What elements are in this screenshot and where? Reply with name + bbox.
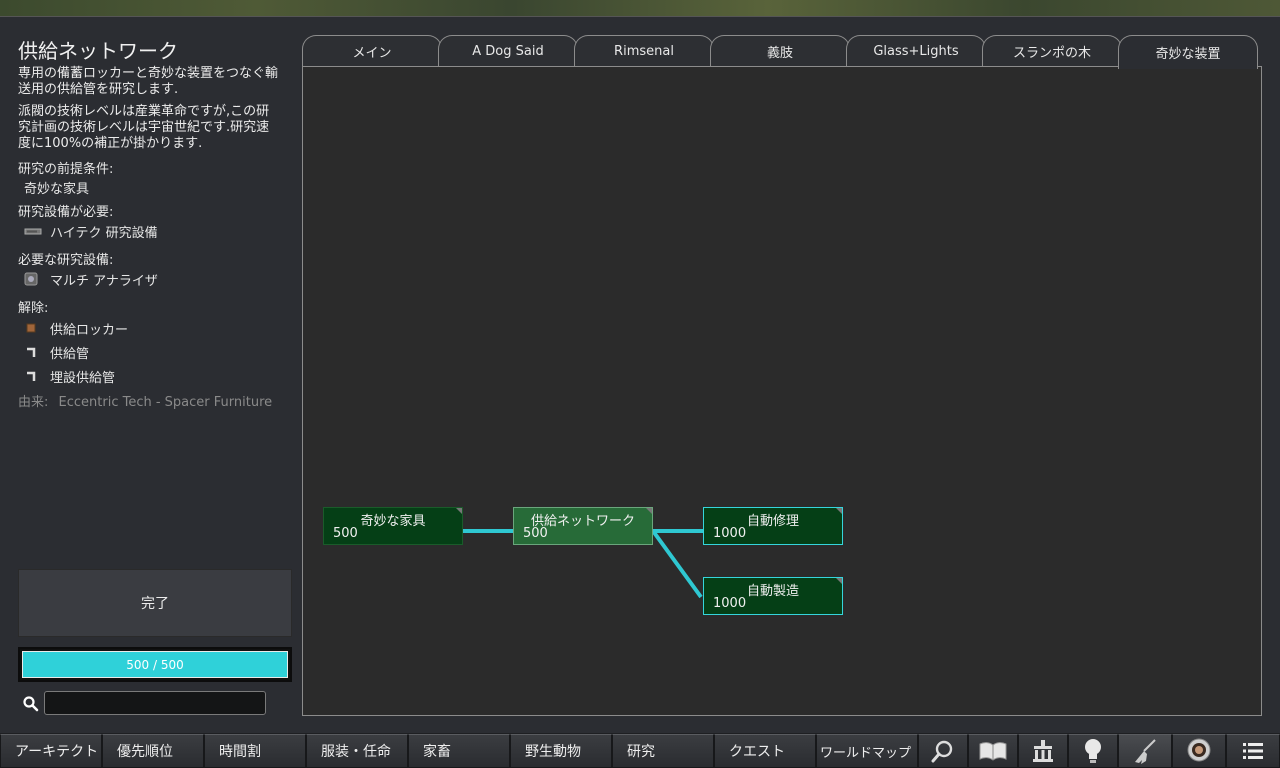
hitech-bench-icon xyxy=(24,224,42,238)
unlock-item-label: 供給ロッカー xyxy=(50,322,129,338)
facility-item[interactable]: マルチ アナライザ xyxy=(24,270,158,289)
tab-slanpo-tree[interactable]: スランポの木 xyxy=(982,35,1122,67)
progress-text: 500 / 500 xyxy=(126,657,184,672)
tab-prosthetics[interactable]: 義肢 xyxy=(710,35,850,67)
menu-animals-button[interactable]: 家畜 xyxy=(408,734,510,768)
world-map-strip xyxy=(0,0,1280,16)
menu-schedule-button[interactable]: 時間割 xyxy=(204,734,306,768)
supply-pipe-icon xyxy=(24,345,38,359)
unlock-item[interactable]: 供給管 xyxy=(24,343,90,362)
search-icon xyxy=(22,695,40,713)
node-cost: 1000 xyxy=(713,596,747,611)
unlock-item-label: 供給管 xyxy=(50,346,90,362)
unlock-label: 解除: xyxy=(18,301,49,316)
tab-glass-lights[interactable]: Glass+Lights xyxy=(846,35,986,67)
source-value: Eccentric Tech - Spacer Furniture xyxy=(58,395,273,410)
menu-quests-button[interactable]: クエスト xyxy=(714,734,816,768)
bench-item[interactable]: ハイテク 研究設備 xyxy=(24,222,158,241)
menu-world-map-button[interactable]: ワールドマップ xyxy=(816,734,918,768)
bottom-menu-bar: アーキテクト 優先順位 時間割 服装・任命 家畜 野生動物 研究 クエスト ワー… xyxy=(0,733,1280,768)
research-node-selected[interactable]: 供給ネットワーク 500 xyxy=(513,507,653,545)
book-icon[interactable] xyxy=(968,734,1018,768)
research-tree-links xyxy=(463,529,703,599)
menu-wildlife-button[interactable]: 野生動物 xyxy=(510,734,612,768)
project-info-panel: 供給ネットワーク 専用の備蓄ロッカーと奇妙な装置をつなぐ輸送用の供給管を研究しま… xyxy=(0,17,300,734)
tab-rimsenal[interactable]: Rimsenal xyxy=(574,35,714,67)
unlock-item[interactable]: 供給ロッカー xyxy=(24,319,129,338)
supply-locker-icon xyxy=(24,321,38,335)
source-mod-line: 由来: Eccentric Tech - Spacer Furniture xyxy=(18,391,278,410)
node-corner-marker xyxy=(456,508,462,514)
unlock-item[interactable]: 埋設供給管 xyxy=(24,367,116,386)
multi-analyzer-icon xyxy=(24,272,38,286)
research-tree-area[interactable]: 奇妙な家具 500 供給ネットワーク 500 自動修理 1000 自動製造 10… xyxy=(302,66,1262,716)
astronaut-icon[interactable] xyxy=(1172,734,1226,768)
tree-link xyxy=(651,529,703,599)
tab-eccentric-devices[interactable]: 奇妙な装置 xyxy=(1118,35,1258,69)
progress-fill: 500 / 500 xyxy=(22,651,288,678)
bench-label: 研究設備が必要: xyxy=(18,205,114,220)
menu-icon[interactable] xyxy=(1226,734,1280,768)
search-input[interactable] xyxy=(44,691,266,715)
project-description: 専用の備蓄ロッカーと奇妙な装置をつなぐ輸送用の供給管を研究します. xyxy=(18,66,279,97)
bench-item-label: ハイテク 研究設備 xyxy=(50,225,158,241)
research-progress-bar: 500 / 500 xyxy=(18,647,292,682)
node-corner-marker xyxy=(646,508,652,514)
prereq-item-label: 奇妙な家具 xyxy=(24,181,90,197)
tech-level-note: 派閥の技術レベルは産業革命ですが,この研究計画の技術レベルは宇宙世紀です.研究速… xyxy=(18,104,270,151)
node-cost: 500 xyxy=(523,526,548,541)
prereq-item[interactable]: 奇妙な家具 xyxy=(24,178,90,197)
menu-assign-button[interactable]: 服装・任命 xyxy=(306,734,408,768)
node-cost: 1000 xyxy=(713,526,747,541)
project-title: 供給ネットワーク xyxy=(18,39,178,63)
broom-icon[interactable] xyxy=(1118,734,1172,768)
facility-label: 必要な研究設備: xyxy=(18,253,114,268)
prereq-label: 研究の前提条件: xyxy=(18,162,114,177)
research-node[interactable]: 奇妙な家具 500 xyxy=(323,507,463,545)
menu-research-button[interactable]: 研究 xyxy=(612,734,714,768)
research-node[interactable]: 自動製造 1000 xyxy=(703,577,843,615)
tab-main[interactable]: メイン xyxy=(302,35,442,67)
node-corner-marker xyxy=(836,508,842,514)
inspect-icon[interactable] xyxy=(918,734,968,768)
source-label: 由来: xyxy=(18,395,49,410)
research-node[interactable]: 自動修理 1000 xyxy=(703,507,843,545)
tab-a-dog-said[interactable]: A Dog Said xyxy=(438,35,578,67)
node-corner-marker xyxy=(836,578,842,584)
factions-icon[interactable] xyxy=(1018,734,1068,768)
menu-priorities-button[interactable]: 優先順位 xyxy=(102,734,204,768)
unlock-item-label: 埋設供給管 xyxy=(50,370,116,386)
node-cost: 500 xyxy=(333,526,358,541)
buried-pipe-icon xyxy=(24,369,38,383)
facility-item-label: マルチ アナライザ xyxy=(50,273,158,289)
menu-architect-button[interactable]: アーキテクト xyxy=(0,734,102,768)
lightbulb-icon[interactable] xyxy=(1068,734,1118,768)
research-window: 供給ネットワーク 専用の備蓄ロッカーと奇妙な装置をつなぐ輸送用の供給管を研究しま… xyxy=(0,16,1280,733)
complete-button[interactable]: 完了 xyxy=(18,569,292,637)
